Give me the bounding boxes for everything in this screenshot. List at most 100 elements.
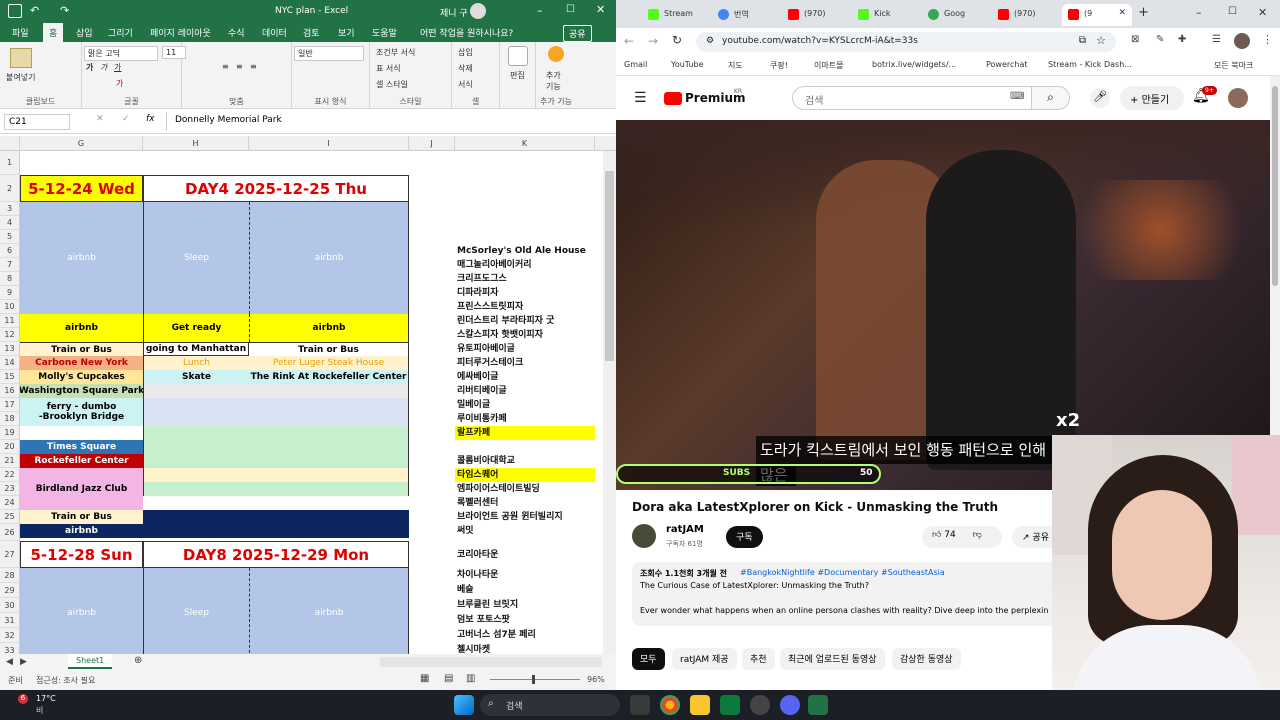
day-header-cell[interactable]: 5-12-24 Wed bbox=[20, 175, 143, 202]
empty-cell[interactable] bbox=[143, 384, 409, 398]
cast-icon[interactable]: ⧉ bbox=[1079, 35, 1086, 46]
k-list-item[interactable]: 써밋 bbox=[455, 524, 595, 538]
row-header[interactable]: 19 bbox=[0, 426, 20, 440]
plan-cell[interactable]: Birdland Jazz Club bbox=[20, 468, 143, 510]
zoom-slider-thumb[interactable] bbox=[532, 675, 535, 684]
k-list-item[interactable]: 크리프도그스 bbox=[455, 272, 595, 286]
description-box[interactable]: 조회수 1.1천회 3개월 전 #BangkokNightlife #Docum… bbox=[632, 562, 1062, 626]
row-header[interactable]: 30 bbox=[0, 598, 20, 613]
k-list-item[interactable]: 피터루거스테이크 bbox=[455, 356, 595, 370]
cell-style-button[interactable]: 셀 스타일 bbox=[376, 79, 408, 90]
empty-cell[interactable] bbox=[143, 510, 409, 538]
row-header[interactable]: 12 bbox=[0, 328, 20, 342]
plan-cell[interactable]: airbnb bbox=[20, 202, 143, 314]
addin-button[interactable]: 추가 기능 bbox=[546, 70, 568, 92]
share-button[interactable]: 공유 bbox=[563, 25, 592, 42]
k-list-item[interactable]: 스칼스피자 핫뱃이피자 bbox=[455, 328, 595, 342]
tab-formulas[interactable]: 수식 bbox=[228, 26, 245, 39]
k-list-item[interactable]: 브라이언트 공원 윈터빌리지 bbox=[455, 510, 595, 524]
k-list-item[interactable]: 베슬 bbox=[455, 583, 595, 597]
search-icon[interactable]: ⌕ bbox=[1032, 86, 1070, 110]
all-bookmarks[interactable]: 모든 북마크 bbox=[1214, 60, 1253, 71]
chip-all[interactable]: 모두 bbox=[632, 648, 665, 670]
excel-taskbar-icon[interactable] bbox=[808, 695, 828, 715]
youtube-search-input[interactable]: 검색 bbox=[792, 86, 1032, 110]
address-bar[interactable]: ⚙ youtube.com/watch?v=KYSLcrcM-iA&t=33s … bbox=[696, 32, 1116, 52]
row-header[interactable]: 24 bbox=[0, 496, 20, 510]
tab-review[interactable]: 검토 bbox=[303, 26, 320, 39]
minimize-icon[interactable]: – bbox=[537, 4, 543, 17]
tell-me-search[interactable]: 어떤 작업을 원하시나요? bbox=[420, 26, 513, 39]
k-list-item[interactable]: 밀베이글 bbox=[455, 398, 595, 412]
accessibility-status[interactable]: 접근성: 조사 필요 bbox=[36, 675, 95, 686]
avatar[interactable] bbox=[470, 3, 486, 19]
row-header[interactable]: 22 bbox=[0, 468, 20, 482]
chip-recent[interactable]: 최근에 업로드된 동영상 bbox=[780, 648, 885, 670]
row-header[interactable]: 8 bbox=[0, 272, 20, 286]
number-format-select[interactable]: 일반 bbox=[294, 46, 364, 61]
minimize-icon[interactable]: – bbox=[1196, 6, 1202, 19]
day-header-cell[interactable]: 5-12-28 Sun bbox=[20, 541, 143, 568]
discord-icon[interactable] bbox=[780, 695, 800, 715]
k-list-item[interactable]: 매그놀리아베이커리 bbox=[455, 258, 595, 272]
row-header[interactable]: 11 bbox=[0, 314, 20, 328]
k-list-item[interactable]: 타임스퀘어 bbox=[455, 468, 595, 482]
channel-name[interactable]: ratJAM bbox=[666, 524, 704, 535]
back-icon[interactable]: ← bbox=[624, 34, 634, 48]
k-list-item[interactable]: 린더스트리 부라타피자 굿 bbox=[455, 314, 595, 328]
puzzle-icon[interactable]: ✚ bbox=[1178, 34, 1186, 45]
like-icon[interactable]: 👍︎ bbox=[932, 530, 941, 540]
cancel-icon[interactable]: ✕ bbox=[96, 114, 104, 124]
plan-cell[interactable]: Sleep bbox=[143, 202, 249, 314]
tab-help[interactable]: 도움말 bbox=[372, 26, 397, 39]
paste-icon[interactable] bbox=[10, 48, 32, 68]
zoom-level[interactable]: 96% bbox=[587, 675, 605, 684]
row-header[interactable]: 1 bbox=[0, 151, 20, 175]
browser-tab[interactable]: Kick bbox=[852, 4, 922, 26]
align-center-icon[interactable]: ≡ bbox=[236, 62, 243, 71]
plan-cell[interactable]: airbnb bbox=[249, 202, 409, 314]
browser-tab-active[interactable]: (9 ✕ bbox=[1062, 4, 1132, 26]
k-list-item[interactable]: 유토피아베이글 bbox=[455, 342, 595, 356]
underline-button[interactable]: 가 bbox=[114, 62, 121, 73]
k-list-item[interactable]: 차이나타운 bbox=[455, 568, 595, 582]
horizontal-scrollbar[interactable] bbox=[380, 657, 602, 667]
table-format-button[interactable]: 표 서식 bbox=[376, 63, 401, 74]
k-list-item[interactable]: 프린스스트릿피자 bbox=[455, 300, 595, 314]
row-header[interactable]: 23 bbox=[0, 482, 20, 496]
hashtags[interactable]: #BangkokNightlife #Documentary #Southeas… bbox=[740, 568, 945, 577]
tab-file[interactable]: 파일 bbox=[12, 26, 29, 39]
plan-cell[interactable]: Rockefeller Center bbox=[20, 454, 143, 468]
bookmark-youtube[interactable]: YouTube bbox=[671, 60, 704, 69]
plan-cell[interactable]: airbnb bbox=[249, 568, 409, 654]
bookmark-botrix[interactable]: botrix.live/widgets/... bbox=[872, 60, 956, 69]
plan-cell[interactable]: Get ready bbox=[143, 314, 249, 342]
maximize-icon[interactable]: ☐ bbox=[1228, 6, 1237, 17]
normal-view-icon[interactable]: ▦ bbox=[420, 673, 429, 684]
tab-insert[interactable]: 삽입 bbox=[76, 26, 93, 39]
row-header[interactable]: 15 bbox=[0, 370, 20, 384]
row-header[interactable]: 18 bbox=[0, 412, 20, 426]
edit-button[interactable]: 편집 bbox=[510, 70, 525, 81]
sheet-tab[interactable]: Sheet1 bbox=[68, 654, 113, 669]
plan-cell[interactable]: Times Square bbox=[20, 440, 143, 454]
row-header[interactable]: 25 bbox=[0, 510, 20, 524]
tab-data[interactable]: 데이터 bbox=[262, 26, 287, 39]
add-sheet-icon[interactable]: ⊕ bbox=[134, 655, 142, 666]
redo-icon[interactable]: ↷ bbox=[60, 4, 69, 17]
k-list-item[interactable]: 엠파이어스테이트빌딩 bbox=[455, 482, 595, 496]
plan-cell[interactable]: Molly's Cupcakes bbox=[20, 370, 143, 384]
row-header[interactable]: 33 bbox=[0, 643, 20, 654]
reading-list-icon[interactable]: ☰ bbox=[1212, 34, 1221, 45]
font-color-button[interactable]: 가 bbox=[116, 78, 123, 89]
bookmark-maps[interactable]: 지도 bbox=[728, 60, 743, 71]
row-header[interactable]: 32 bbox=[0, 628, 20, 643]
column-header[interactable]: K bbox=[455, 136, 595, 151]
empty-cell[interactable] bbox=[143, 468, 409, 482]
plan-cell[interactable]: going to Manhattan bbox=[143, 342, 249, 356]
row-header[interactable]: 20 bbox=[0, 440, 20, 454]
search-icon[interactable] bbox=[508, 46, 528, 66]
autosave-icon[interactable] bbox=[8, 4, 22, 18]
insert-cells-button[interactable]: 삽입 bbox=[458, 47, 473, 58]
plan-cell[interactable]: airbnb bbox=[20, 524, 143, 538]
